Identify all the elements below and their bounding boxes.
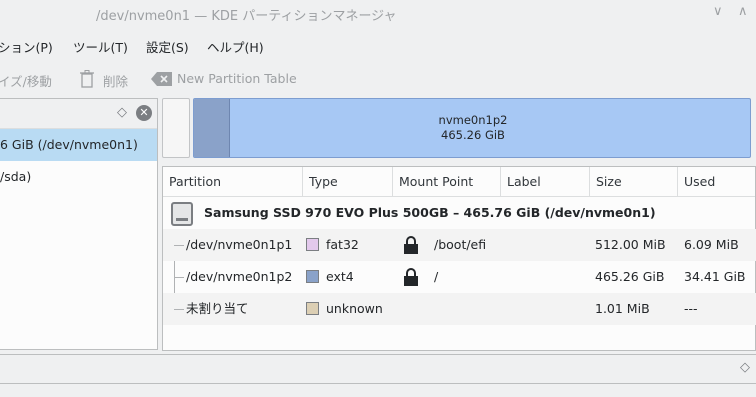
partition-type: fat32	[326, 237, 359, 252]
harddisk-icon	[171, 202, 193, 226]
partition-type: unknown	[326, 301, 383, 316]
partition-name: /dev/nvme0n1p2	[186, 269, 293, 284]
partition-used: 6.09 MiB	[684, 237, 739, 252]
type-color-swatch	[306, 302, 319, 315]
partition-size: 465.26 GiB	[595, 269, 665, 284]
type-color-swatch	[306, 270, 319, 283]
table-row[interactable]: /dev/nvme0n1p2 ext4 / 465.26 GiB 34.41 G…	[163, 261, 756, 293]
partition-size: 512.00 MiB	[595, 237, 666, 252]
float-diamond-icon[interactable]: ◇	[740, 360, 750, 375]
bottom-dock-panel: ◇	[0, 354, 756, 384]
resize-move-button[interactable]: イズ/移動	[0, 71, 52, 90]
partition-graph: nvme0n1p2 465.26 GiB	[162, 98, 752, 158]
lock-icon	[403, 235, 419, 255]
partition-block-size: 465.26 GiB	[441, 128, 505, 142]
device-item-sda[interactable]: /sda)	[0, 161, 157, 193]
table-row[interactable]: /dev/nvme0n1p1 fat32 /boot/efi 512.00 Mi…	[163, 229, 756, 261]
lock-icon	[403, 267, 419, 287]
disk-name: Samsung SSD 970 EVO Plus 500GB – 465.76 …	[204, 205, 656, 220]
col-mount-point[interactable]: Mount Point	[393, 167, 501, 196]
table-row[interactable]: 未割り当て unknown 1.01 MiB ---	[163, 293, 756, 325]
partition-used: ---	[684, 301, 698, 316]
partition-name: /dev/nvme0n1p1	[186, 237, 293, 252]
partition-block-efi[interactable]	[162, 98, 190, 158]
device-panel: ◇ ✕ 6 GiB (/dev/nvme0n1) /sda)	[0, 98, 158, 350]
partition-size: 1.01 MiB	[595, 301, 650, 316]
tree-connector	[174, 309, 184, 310]
toolbar: イズ/移動 削除 New Partition Table	[0, 64, 756, 94]
chevron-down-icon[interactable]: ∨	[713, 4, 723, 19]
menu-help[interactable]: ヘルプ(H)	[207, 37, 264, 56]
col-partition[interactable]: Partition	[163, 167, 303, 196]
col-size[interactable]: Size	[590, 167, 678, 196]
table-header: Partition Type Mount Point Label Size Us…	[163, 167, 755, 197]
mount-point: /	[434, 269, 439, 284]
delete-button[interactable]: 削除	[103, 71, 128, 90]
menu-bar: ション(P) ツール(T) 設定(S) ヘルプ(H)	[0, 30, 756, 58]
new-partition-table-button[interactable]: New Partition Table	[177, 71, 297, 86]
partition-name: 未割り当て	[186, 301, 249, 316]
partition-used: 34.41 GiB	[684, 269, 746, 284]
clear-table-icon	[151, 71, 173, 87]
partition-type: ext4	[326, 269, 354, 284]
menu-settings[interactable]: 設定(S)	[146, 37, 189, 56]
window-title: /dev/nvme0n1 — KDE パーティションマネージャ	[96, 9, 397, 24]
tree-connector	[174, 277, 184, 278]
disk-row[interactable]: Samsung SSD 970 EVO Plus 500GB – 465.76 …	[163, 197, 756, 229]
device-panel-header: ◇ ✕	[0, 99, 157, 129]
partition-table: Partition Type Mount Point Label Size Us…	[162, 166, 756, 351]
device-item-nvme0n1[interactable]: 6 GiB (/dev/nvme0n1)	[0, 129, 157, 161]
col-used[interactable]: Used	[678, 167, 756, 196]
trash-icon	[80, 70, 94, 88]
partition-block-name: nvme0n1p2	[438, 113, 508, 127]
menu-tools[interactable]: ツール(T)	[73, 37, 128, 56]
title-bar: /dev/nvme0n1 — KDE パーティションマネージャ ∨ ∧	[0, 0, 756, 28]
float-diamond-icon[interactable]: ◇	[117, 105, 127, 120]
type-color-swatch	[306, 238, 319, 251]
partition-block-nvme0n1p2[interactable]: nvme0n1p2 465.26 GiB	[193, 98, 751, 158]
col-label[interactable]: Label	[501, 167, 590, 196]
close-icon[interactable]: ✕	[136, 105, 152, 121]
menu-partition[interactable]: ション(P)	[0, 37, 53, 56]
tree-connector	[174, 245, 184, 246]
mount-point: /boot/efi	[434, 237, 487, 252]
col-type[interactable]: Type	[303, 167, 393, 196]
chevron-up-icon[interactable]: ∧	[738, 4, 748, 19]
